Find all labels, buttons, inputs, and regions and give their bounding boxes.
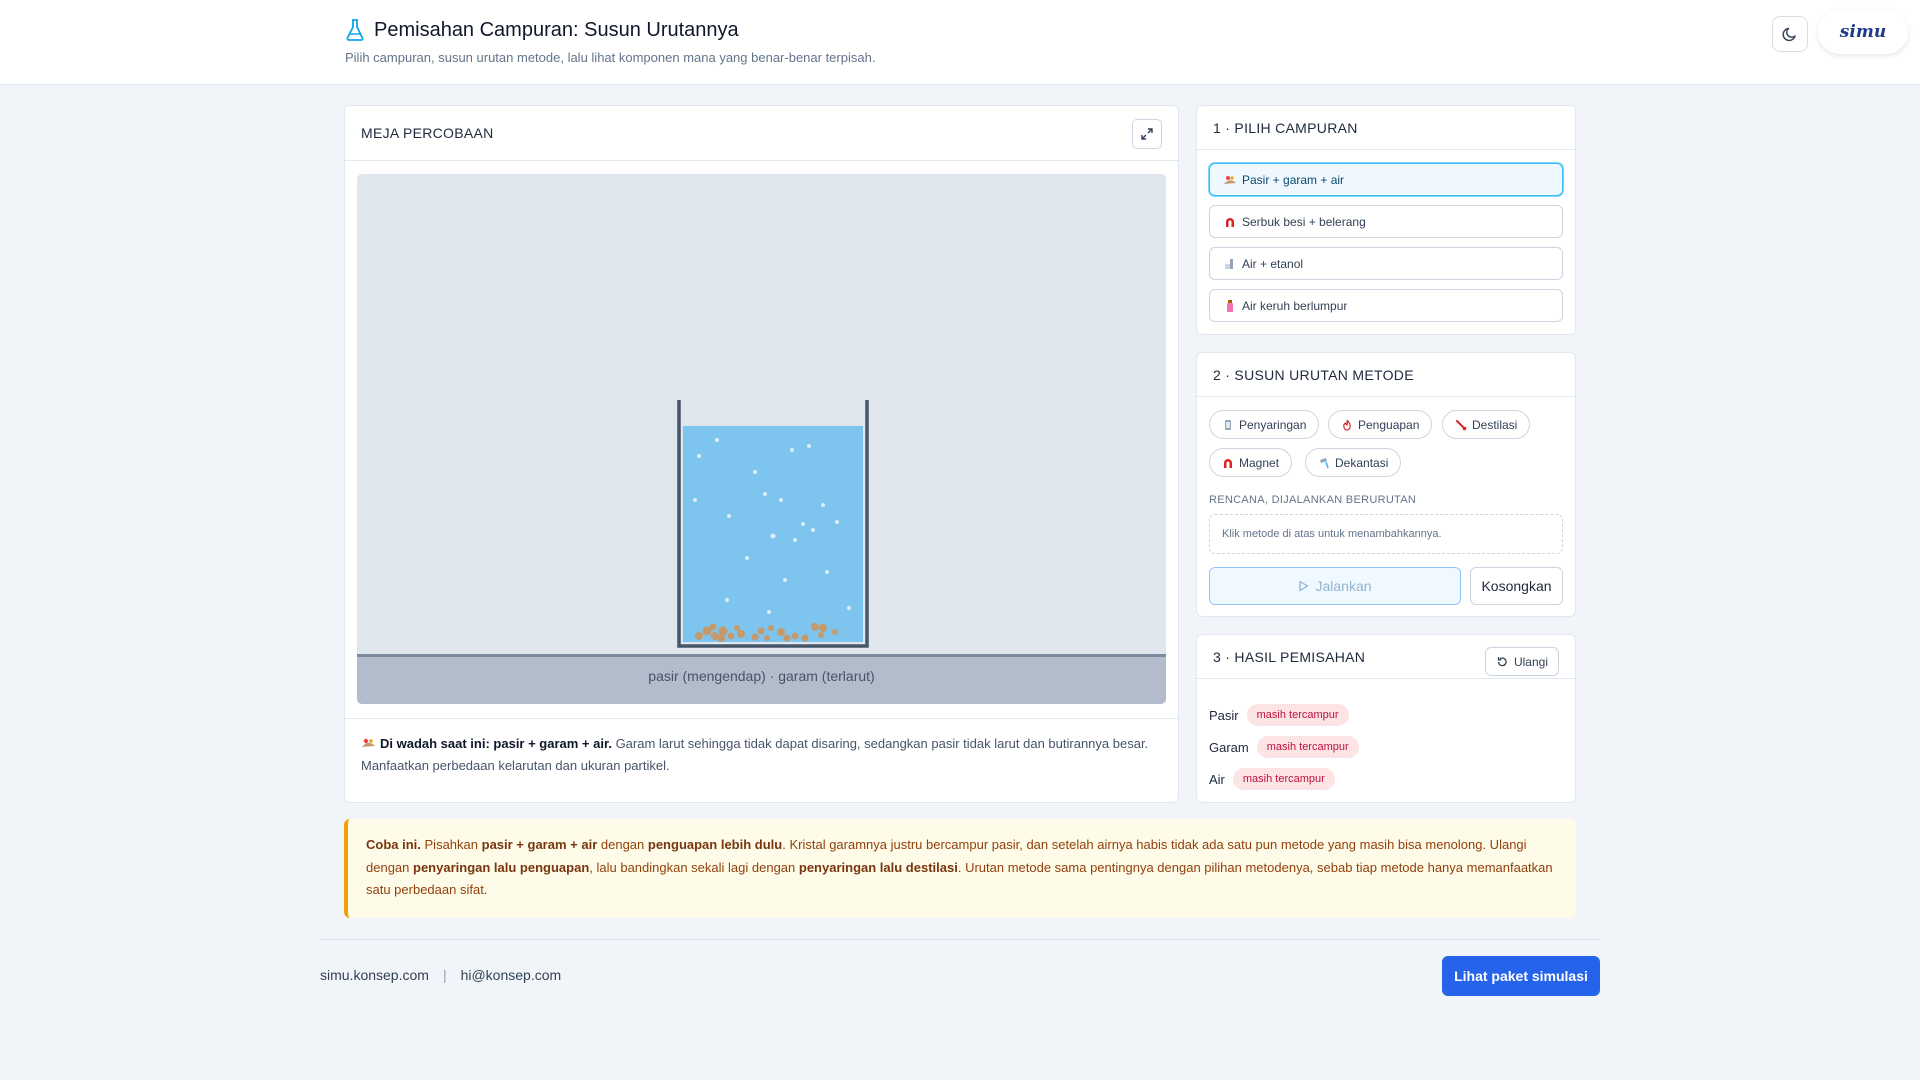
workbench-header: MEJA PERCOBAAN: [345, 106, 1178, 161]
method-chip-label: Dekantasi: [1335, 455, 1389, 470]
flame-icon: [1343, 419, 1351, 431]
mixture-option-muddy-water[interactable]: Air keruh berlumpur: [1209, 289, 1563, 322]
result-row-water: Air masih tercampur: [1209, 768, 1335, 790]
tip-emphasis: penyaringan lalu destilasi: [798, 859, 958, 875]
mixture-panel: 1 · PILIH CAMPURAN Pasir + garam + air S…: [1196, 105, 1576, 335]
sand-salt-icon: [362, 738, 375, 747]
tip-text: dengan: [600, 837, 645, 852]
play-icon: [1299, 580, 1309, 592]
muddy-water-icon: [1227, 299, 1233, 312]
method-chip-label: Magnet: [1239, 455, 1280, 470]
expand-button[interactable]: [1132, 119, 1162, 149]
clear-button[interactable]: Kosongkan: [1470, 567, 1563, 605]
method-chip-filtration[interactable]: Penyaringan: [1209, 410, 1320, 439]
footer-separator: |: [442, 967, 447, 983]
component-name: Air: [1209, 771, 1225, 787]
app-header: Pemisahan Campuran: Susun Urutannya Pili…: [0, 0, 1920, 85]
run-button[interactable]: Jalankan: [1209, 567, 1461, 605]
tip-emphasis: penyaringan lalu penguapan: [413, 859, 590, 875]
plan-label: RENCANA, DIJALANKAN BERURUTAN: [1209, 494, 1417, 506]
logo-text: simu: [1839, 22, 1887, 42]
tip-text: Pisahkan: [424, 837, 478, 852]
theme-toggle-button[interactable]: [1772, 16, 1808, 52]
mixture-option-label: Air + etanol: [1242, 256, 1304, 271]
method-chip-label: Penguapan: [1358, 417, 1420, 432]
mixture-description: Di wadah saat ini: pasir + garam + air. …: [345, 718, 1178, 791]
tip-emphasis: penguapan lebih dulu: [647, 837, 783, 852]
filter-icon: [1225, 419, 1231, 430]
reset-button-label: Ulangi: [1513, 654, 1548, 669]
pour-icon: [1320, 457, 1329, 468]
cta-label: Lihat paket simulasi: [1454, 968, 1588, 984]
sand-salt-icon: [1224, 175, 1236, 184]
status-badge: masih tercampur: [1232, 768, 1335, 790]
method-chip-evaporation[interactable]: Penguapan: [1328, 410, 1433, 439]
mixture-panel-header: 1 · PILIH CAMPURAN: [1197, 106, 1575, 150]
brand-logo[interactable]: simu: [1818, 10, 1908, 54]
description-heading: Di wadah saat ini: pasir + garam + air.: [380, 736, 612, 751]
mixture-option-iron-sulfur[interactable]: Serbuk besi + belerang: [1209, 205, 1563, 238]
tip-text: , lalu bandingkan sekali lagi dengan: [589, 859, 796, 875]
method-chip-label: Destilasi: [1472, 417, 1518, 432]
method-panel: 2 · SUSUN URUTAN METODE Penyaringan Peng…: [1196, 352, 1576, 617]
bottle-icon: [1225, 258, 1233, 269]
magnet-icon: [1226, 217, 1234, 227]
method-chip-decantation[interactable]: Dekantasi: [1305, 448, 1402, 477]
experiment-stage: pasir (mengendap) · garam (terlarut): [357, 174, 1166, 704]
plan-sequence-dropzone[interactable]: Klik metode di atas untuk menambahkannya…: [1209, 514, 1563, 554]
method-chip-label: Penyaringan: [1239, 417, 1307, 432]
floor-label: pasir (mengendap) · garam (terlarut): [648, 668, 875, 684]
moon-icon: [1782, 27, 1796, 42]
email-link[interactable]: hi@konsep.com: [461, 967, 562, 983]
method-chip-magnet[interactable]: Magnet: [1209, 448, 1293, 477]
page-subtitle: Pilih campuran, susun urutan metode, lal…: [345, 50, 876, 65]
workbench-panel: MEJA PERCOBAAN pasir (mengendap) · garam…: [344, 105, 1179, 803]
tip-callout: Coba ini. Pisahkan pasir + garam + air d…: [344, 819, 1576, 918]
magnet-icon: [1224, 458, 1232, 468]
status-badge: masih tercampur: [1246, 704, 1349, 726]
tip-emphasis: pasir + garam + air: [481, 837, 598, 852]
title-row: Pemisahan Campuran: Susun Urutannya: [345, 18, 739, 42]
refresh-icon: [1497, 656, 1507, 666]
component-name: Garam: [1209, 739, 1249, 755]
result-panel: 3 · HASIL PEMISAHAN Ulangi Pasir masih t…: [1196, 634, 1576, 803]
mixture-option-label: Pasir + garam + air: [1242, 172, 1345, 187]
mixture-option-label: Serbuk besi + belerang: [1242, 214, 1366, 229]
mixture-option-label: Air keruh berlumpur: [1242, 298, 1348, 313]
result-row-sand: Pasir masih tercampur: [1209, 704, 1349, 726]
component-name: Pasir: [1209, 707, 1239, 723]
method-chip-distillation[interactable]: Destilasi: [1442, 410, 1531, 439]
view-simulation-packages-button[interactable]: Lihat paket simulasi: [1442, 956, 1600, 996]
result-row-salt: Garam masih tercampur: [1209, 736, 1359, 758]
thermometer-icon: [1456, 419, 1467, 430]
expand-icon: [1141, 128, 1153, 140]
page-title: Pemisahan Campuran: Susun Urutannya: [374, 18, 739, 41]
clear-button-label: Kosongkan: [1481, 578, 1552, 594]
footer-divider: [320, 939, 1600, 940]
run-button-label: Jalankan: [1315, 578, 1372, 594]
flask-icon: [346, 19, 364, 41]
footer-links: simu.konsep.com | hi@konsep.com: [320, 967, 561, 983]
site-link[interactable]: simu.konsep.com: [320, 967, 429, 983]
mixture-option-sand-salt-water[interactable]: Pasir + garam + air: [1209, 163, 1563, 196]
beaker: [677, 400, 869, 648]
tip-lead: Coba ini.: [366, 837, 421, 852]
reset-button[interactable]: Ulangi: [1484, 647, 1559, 676]
mixture-option-water-ethanol[interactable]: Air + etanol: [1209, 247, 1563, 280]
status-badge: masih tercampur: [1256, 736, 1359, 758]
method-panel-header: 2 · SUSUN URUTAN METODE: [1197, 353, 1575, 397]
plan-placeholder: Klik metode di atas untuk menambahkannya…: [1222, 528, 1442, 540]
